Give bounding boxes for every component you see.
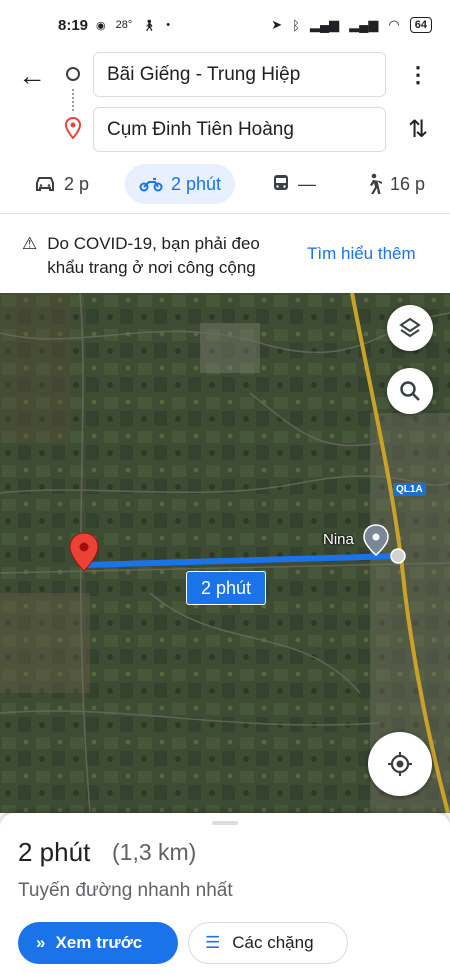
covid-notice: ⚠ Do COVID-19, bạn phải đeo khẩu trang ở… [22, 232, 292, 280]
drag-handle[interactable] [212, 821, 238, 825]
tab-transit[interactable]: — [272, 164, 316, 204]
notification-dot-icon: • [166, 19, 171, 31]
signal-icon-2: ▂▄▆ [349, 17, 379, 32]
location-icon: ➤ [271, 17, 283, 32]
back-arrow-icon[interactable]: ← [16, 60, 48, 92]
destination-pin-icon [64, 117, 82, 139]
tab-motorbike[interactable]: 2 phút [125, 164, 236, 204]
origin-field[interactable]: Bãi Giếng - Trung Hiệp [93, 52, 386, 97]
my-location-icon [388, 752, 412, 776]
list-icon: ☰ [205, 933, 221, 952]
preview-button-label: Xem trước [55, 933, 143, 952]
tab-car-label: 2 p [64, 173, 90, 194]
trip-distance: (1,3 km) [112, 839, 197, 865]
learn-more-link[interactable]: Tìm hiểu thêm [307, 244, 416, 264]
layers-icon [399, 317, 421, 338]
car-icon [36, 177, 54, 191]
tab-car[interactable]: 2 p [34, 164, 89, 204]
route-duration-label[interactable]: 2 phút [186, 571, 266, 605]
swap-directions-icon[interactable]: ⇅ [404, 112, 432, 146]
bluetooth-icon: ᛒ [292, 17, 300, 33]
transit-icon [274, 175, 288, 190]
weather-temperature: 28° [115, 19, 133, 31]
origin-dot-icon [66, 67, 80, 81]
place-label[interactable]: Nina [323, 531, 354, 548]
steps-button-label: Các chặng [232, 933, 314, 952]
battery-icon: 64 [409, 17, 432, 33]
signal-icon: ▂▄▆ [309, 17, 340, 32]
divider [0, 213, 450, 214]
wifi-icon: ◠ [388, 17, 400, 32]
steps-button[interactable]: ☰ Các chặng [188, 922, 348, 964]
activity-icon: 🚶︎ [142, 19, 157, 32]
more-options-icon[interactable]: ⋮ [404, 60, 432, 90]
road-label: QL1A [393, 483, 426, 496]
route-description: Tuyến đường nhanh nhất [18, 880, 233, 901]
preview-arrows-icon: » [36, 933, 46, 952]
destination-field[interactable]: Cụm Đinh Tiên Hoàng [93, 107, 386, 152]
map-view[interactable]: QL1A Nina 2 phút [0, 293, 450, 813]
route-summary-sheet: 2 phút (1,3 km) Tuyến đường nhanh nhất »… [0, 813, 450, 975]
status-bar: 8:19 ◉ 28° 🚶︎ • ➤ ᛒ ▂▄▆ ▂▄▆ ◠ 64 [0, 0, 450, 50]
my-location-button[interactable] [368, 732, 432, 796]
layers-button[interactable] [387, 305, 433, 351]
search-button[interactable] [387, 368, 433, 414]
notice-text: Do COVID-19, bạn phải đeo khẩu trang ở n… [47, 234, 260, 277]
motorbike-icon [139, 178, 163, 192]
tab-motorbike-label: 2 phút [171, 173, 222, 194]
travel-mode-tabs: 2 p 2 phút — 16 p [0, 164, 450, 206]
tab-walk-label: 16 p [390, 173, 426, 194]
route-connector [72, 89, 74, 111]
preview-button[interactable]: » Xem trước [18, 922, 178, 964]
warning-icon: ⚠ [22, 234, 38, 253]
tab-walk[interactable]: 16 p [364, 164, 425, 204]
walk-icon [370, 173, 382, 194]
satellite-map [0, 293, 450, 813]
trip-duration: 2 phút [18, 837, 91, 867]
search-icon [400, 381, 420, 401]
status-time: 8:19 [58, 16, 89, 34]
messenger-icon: ◉ [96, 19, 106, 32]
tab-transit-label: — [298, 173, 316, 194]
